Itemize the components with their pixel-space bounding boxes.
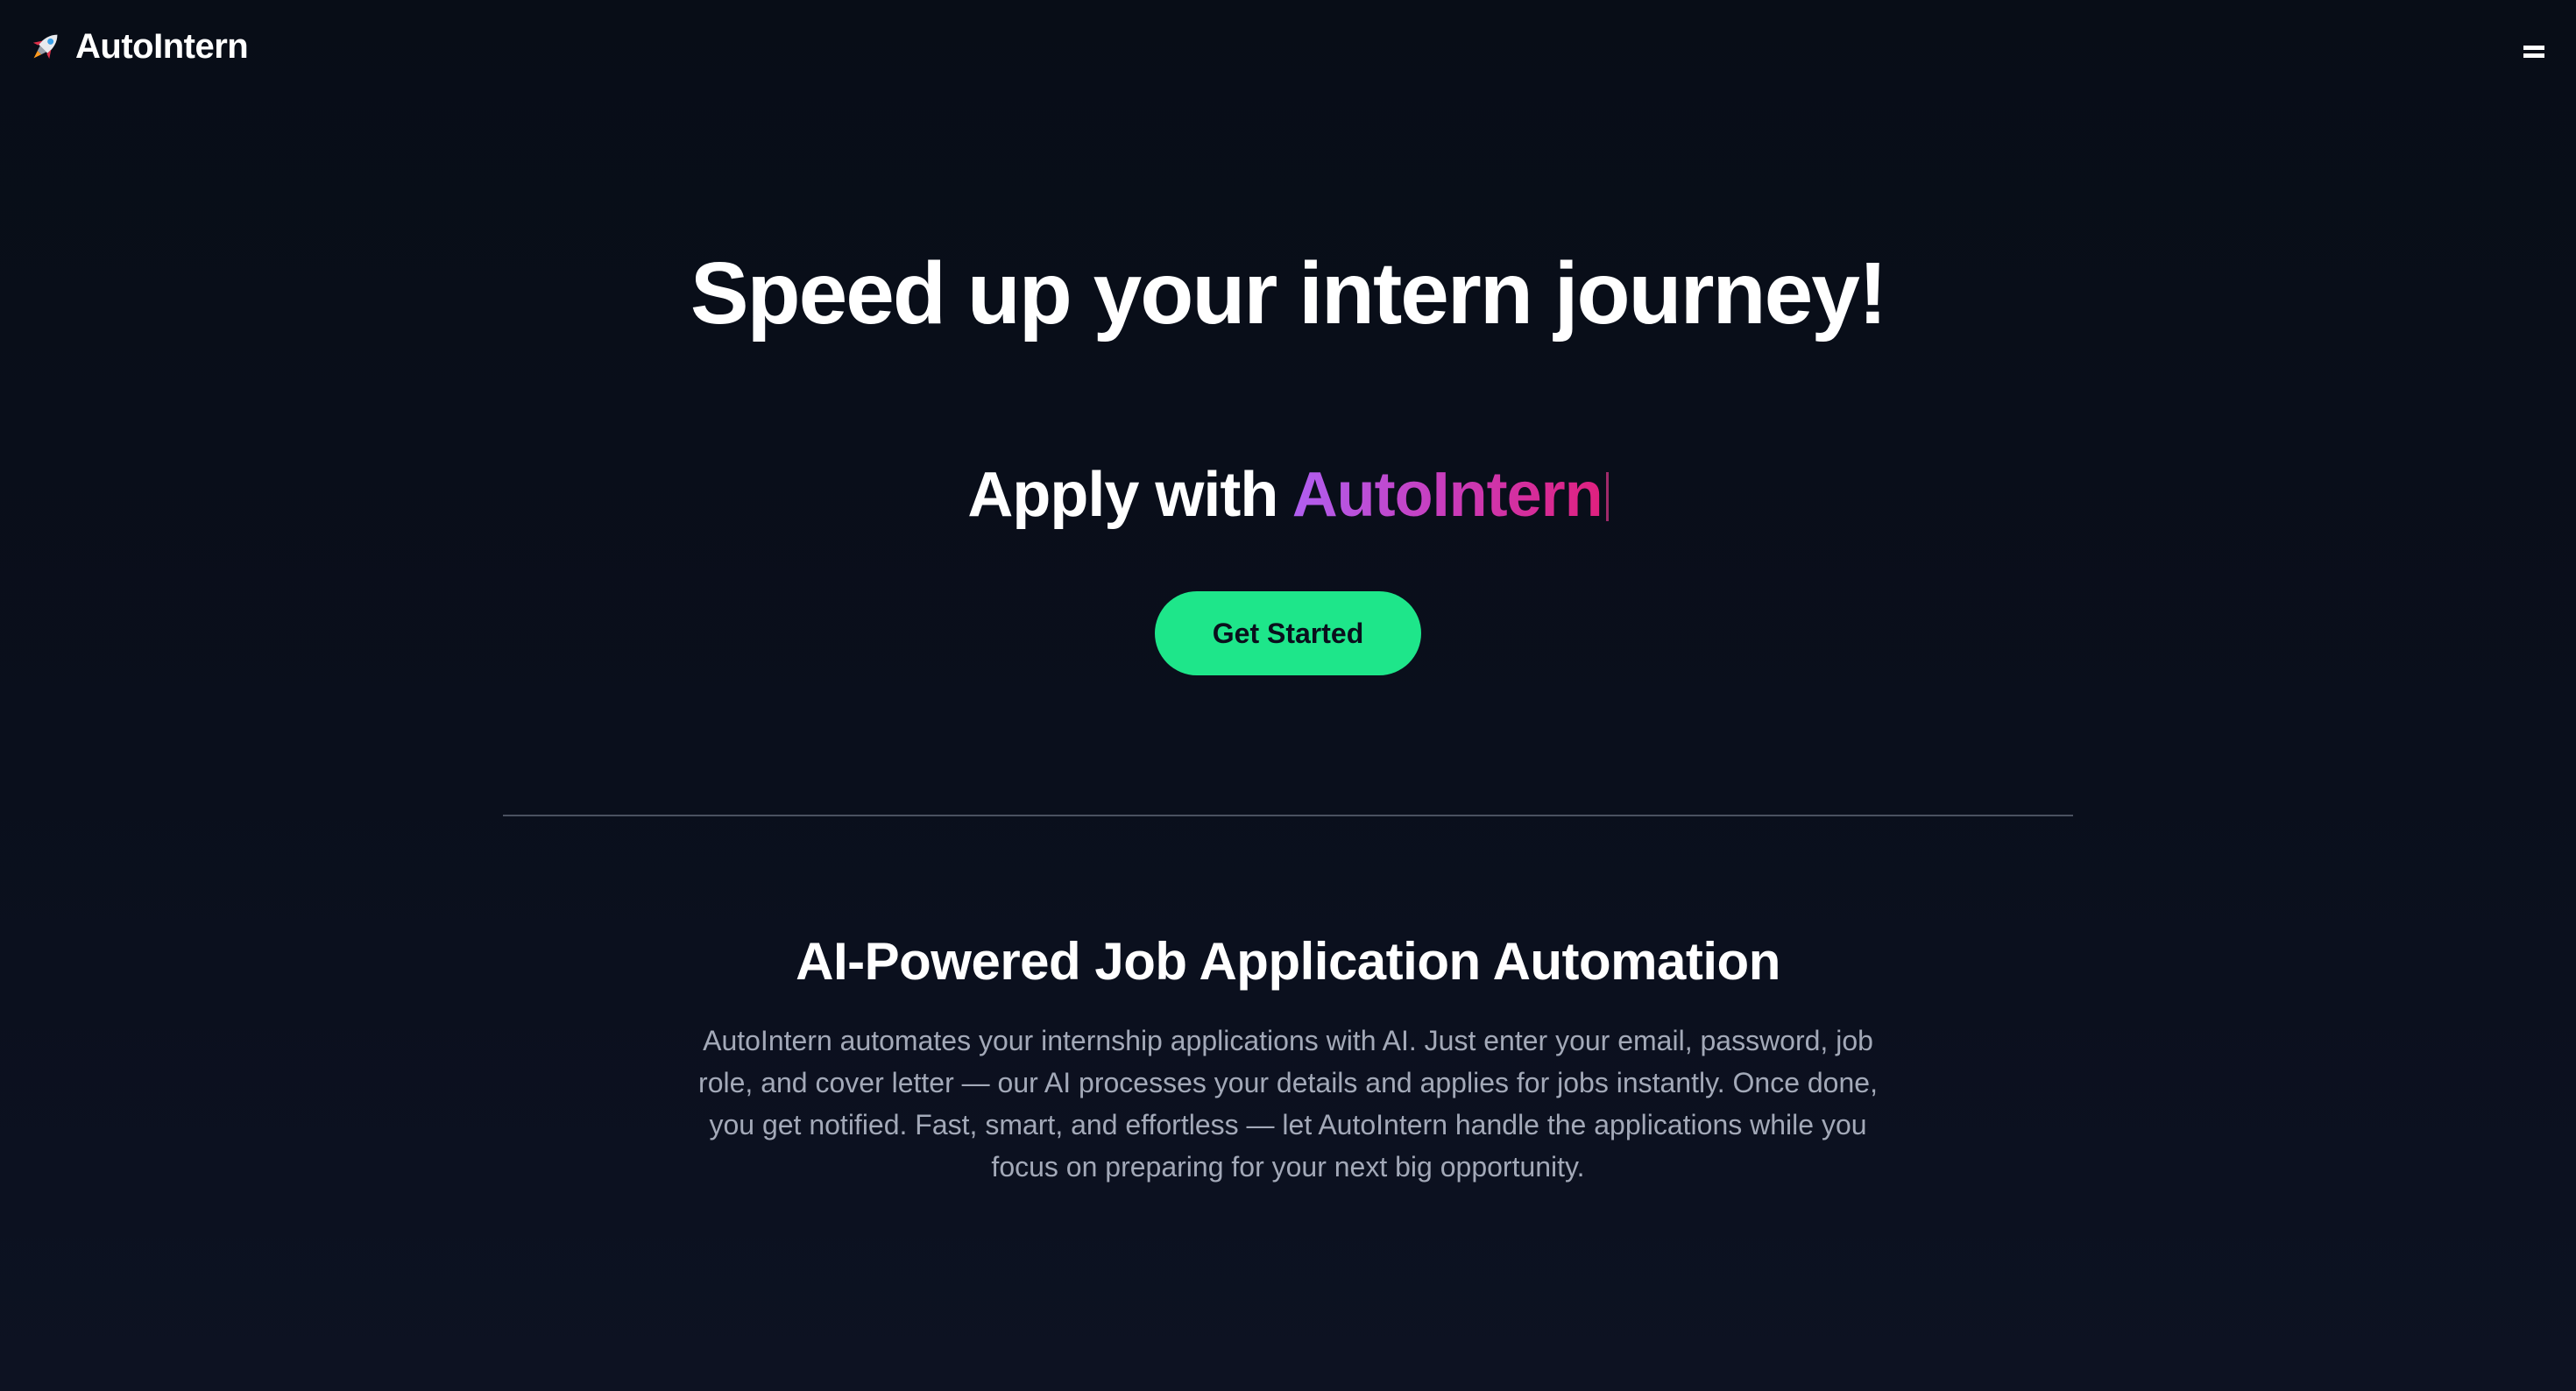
typing-caret bbox=[1605, 472, 1609, 521]
menu-icon bbox=[2523, 44, 2544, 60]
menu-button[interactable] bbox=[2518, 39, 2550, 65]
hero-subtitle: Apply with AutoIntern bbox=[0, 455, 2576, 534]
get-started-button[interactable]: Get Started bbox=[1155, 591, 1421, 675]
brand-name: AutoIntern bbox=[75, 27, 249, 66]
brand-logo[interactable]: AutoIntern bbox=[26, 25, 249, 68]
navbar: AutoIntern bbox=[0, 0, 2576, 96]
subtitle-highlight: AutoIntern bbox=[1292, 460, 1603, 530]
hero-title: Speed up your intern journey! bbox=[690, 244, 1887, 342]
feature-title: AI-Powered Job Application Automation bbox=[796, 932, 1780, 991]
rocket-icon bbox=[26, 27, 65, 66]
subtitle-prefix: Apply with bbox=[967, 460, 1292, 530]
section-divider bbox=[503, 815, 2073, 816]
feature-description: AutoIntern automates your internship app… bbox=[698, 1025, 1878, 1183]
